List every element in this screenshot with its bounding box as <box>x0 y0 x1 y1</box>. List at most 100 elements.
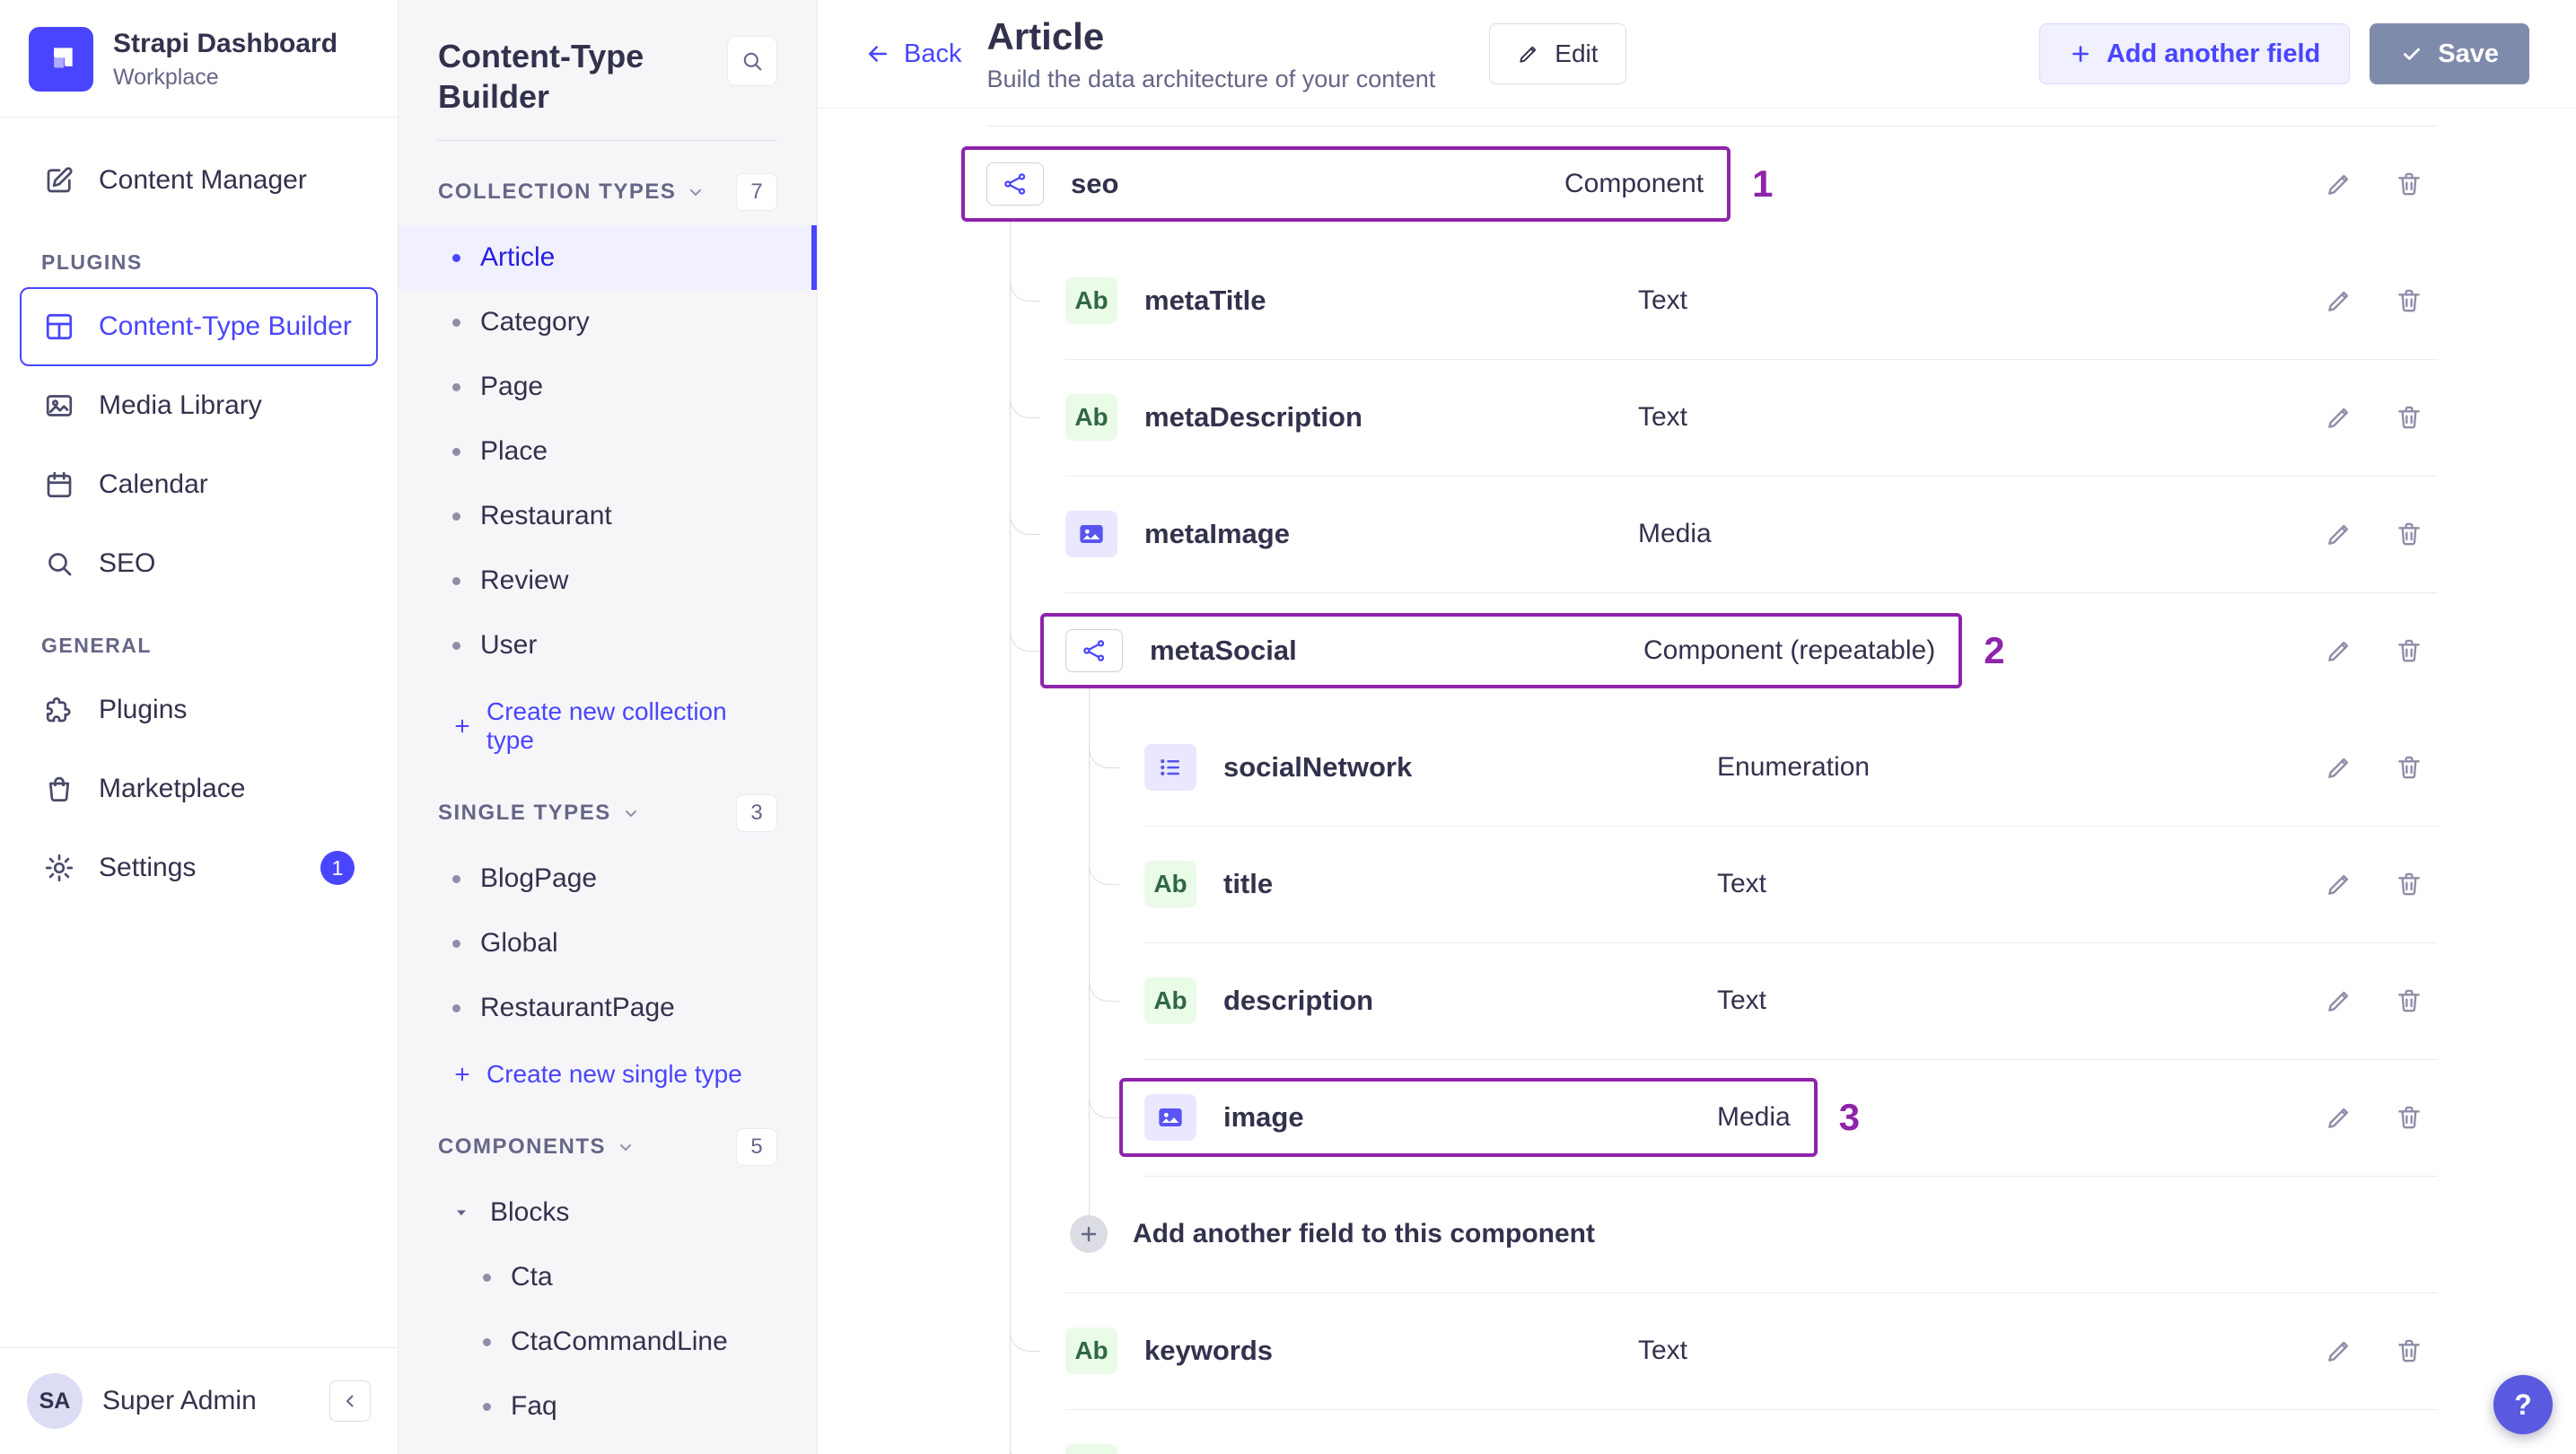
create-collection-type-link[interactable]: Create new collection type <box>399 678 817 762</box>
help-button[interactable]: ? <box>2493 1375 2553 1434</box>
field-type: Component <box>1564 169 1704 198</box>
subnav-item-review[interactable]: Review <box>399 548 817 613</box>
sidebar-item-content-type-builder[interactable]: Content-Type Builder <box>20 287 378 366</box>
bullet-icon <box>452 1003 460 1012</box>
sidebar-item-calendar[interactable]: Calendar <box>20 445 378 524</box>
field-row-metasocial: metaSocial Component (repeatable) 2 <box>818 534 2576 709</box>
field-box: Ab description Text <box>1119 961 1794 1040</box>
sidebar-item-media-library[interactable]: Media Library <box>20 366 378 445</box>
calendar-icon <box>43 469 75 501</box>
subnav-item-cta[interactable]: Cta <box>399 1245 817 1309</box>
subnav-item-blogpage[interactable]: BlogPage <box>399 846 817 911</box>
header-actions: Add another field Save <box>2038 23 2529 84</box>
subnav-item-page[interactable]: Page <box>399 355 817 419</box>
field-type: Media <box>1638 519 1712 548</box>
page-title: Article <box>986 14 1105 57</box>
field-box: metaImage Media <box>1040 495 1739 574</box>
add-field-to-component-row[interactable]: Add another field to this component <box>818 1176 2576 1292</box>
add-field-label: Add another field <box>2106 39 2321 68</box>
avatar[interactable]: SA <box>27 1373 83 1429</box>
sidebar-item-label: Plugins <box>99 695 188 724</box>
search-button[interactable] <box>727 36 777 86</box>
subnav-item-article[interactable]: Article <box>399 225 817 290</box>
collapse-sidebar-button[interactable] <box>329 1380 371 1422</box>
sidebar-item-plugins[interactable]: Plugins <box>20 670 378 749</box>
delete-field-button[interactable] <box>2395 520 2423 548</box>
plus-circle-icon[interactable] <box>1070 1215 1108 1253</box>
delete-field-button[interactable] <box>2395 286 2423 315</box>
search-icon <box>43 547 75 580</box>
subnav-category-blocks[interactable]: Blocks <box>399 1180 817 1245</box>
row-actions <box>2325 403 2423 432</box>
edit-field-button[interactable] <box>2325 1103 2353 1132</box>
save-button[interactable]: Save <box>2370 23 2529 84</box>
edit-field-button[interactable] <box>2325 170 2353 198</box>
subnav-item-label: Faq <box>511 1391 557 1421</box>
chevron-down-icon <box>687 183 705 201</box>
media-field-icon <box>1065 511 1117 557</box>
single-types-header[interactable]: SINGLE TYPES 3 <box>399 762 817 846</box>
sidebar-item-seo[interactable]: SEO <box>20 524 378 603</box>
back-link[interactable]: Back <box>864 39 961 69</box>
edit-field-button[interactable] <box>2325 1336 2353 1365</box>
add-field-to-component-label[interactable]: Add another field to this component <box>1133 1219 1595 1249</box>
components-header[interactable]: COMPONENTS 5 <box>399 1096 817 1180</box>
delete-field-button[interactable] <box>2395 1336 2423 1365</box>
delete-field-button[interactable] <box>2395 870 2423 898</box>
field-box: Ab metaDescription Text <box>1040 378 1715 457</box>
subnav-item-label: Category <box>480 307 590 337</box>
create-single-type-link[interactable]: Create new single type <box>399 1040 817 1096</box>
edit-button[interactable]: Edit <box>1489 23 1626 84</box>
page-subtitle: Build the data architecture of your cont… <box>986 65 1436 92</box>
collection-types-header[interactable]: COLLECTION TYPES 7 <box>399 141 817 225</box>
brand-text: Strapi Dashboard Workplace <box>113 29 337 91</box>
subnav-item-place[interactable]: Place <box>399 419 817 484</box>
edit-field-button[interactable] <box>2325 986 2353 1015</box>
delete-field-button[interactable] <box>2395 1103 2423 1132</box>
edit-field-button[interactable] <box>2325 753 2353 782</box>
subnav-item-category[interactable]: Category <box>399 290 817 355</box>
edit-field-button[interactable] <box>2325 636 2353 665</box>
brand-workspace: Workplace <box>113 64 219 90</box>
sidebar-item-label: Marketplace <box>99 774 246 803</box>
delete-field-button[interactable] <box>2395 170 2423 198</box>
sidebar-item-content-manager[interactable]: Content Manager <box>20 141 378 220</box>
edit-field-button[interactable] <box>2325 403 2353 432</box>
text-field-icon: Ab <box>1065 277 1117 324</box>
subnav-item-faq[interactable]: Faq <box>399 1374 817 1439</box>
content-type-builder-icon <box>43 311 75 343</box>
bullet-icon <box>452 253 460 262</box>
sidebar-item-label: Content-Type Builder <box>99 311 352 341</box>
subnav-item-label: RestaurantPage <box>480 993 675 1022</box>
delete-field-button[interactable] <box>2395 753 2423 782</box>
field-row-description: Ab description Text <box>818 884 2576 1059</box>
delete-field-button[interactable] <box>2395 403 2423 432</box>
edit-field-button[interactable] <box>2325 286 2353 315</box>
subnav-header: Content-Type Builder <box>399 0 817 140</box>
bullet-icon <box>452 874 460 883</box>
field-name: metaSocial <box>1150 635 1297 666</box>
subnav-item-ctacommandline[interactable]: CtaCommandLine <box>399 1309 817 1374</box>
edit-field-button[interactable] <box>2325 870 2353 898</box>
chevron-down-icon <box>452 1204 470 1222</box>
annotation-2: 2 <box>1984 629 2005 671</box>
add-another-field-button[interactable]: Add another field <box>2038 23 2351 84</box>
subnav-item-user[interactable]: User <box>399 613 817 678</box>
sidebar-item-settings[interactable]: Settings 1 <box>20 828 378 907</box>
bullet-icon <box>452 512 460 521</box>
subnav-item-restaurant[interactable]: Restaurant <box>399 484 817 548</box>
text-field-icon: Ab <box>1144 861 1196 907</box>
subnav-item-global[interactable]: Global <box>399 911 817 976</box>
edit-field-button[interactable] <box>2325 520 2353 548</box>
field-box: socialNetwork Enumeration <box>1119 728 1897 807</box>
subnav-item-restaurantpage[interactable]: RestaurantPage <box>399 976 817 1040</box>
field-name: seo <box>1071 168 1119 199</box>
delete-field-button[interactable] <box>2395 986 2423 1015</box>
field-name: keywords <box>1144 1335 1274 1366</box>
subnav-item-features[interactable]: Features <box>399 1439 817 1454</box>
group-label: SINGLE TYPES <box>438 801 611 825</box>
bullet-icon <box>483 1273 491 1282</box>
sidebar-item-marketplace[interactable]: Marketplace <box>20 749 378 828</box>
delete-field-button[interactable] <box>2395 636 2423 665</box>
field-type: Enumeration <box>1717 752 1871 782</box>
